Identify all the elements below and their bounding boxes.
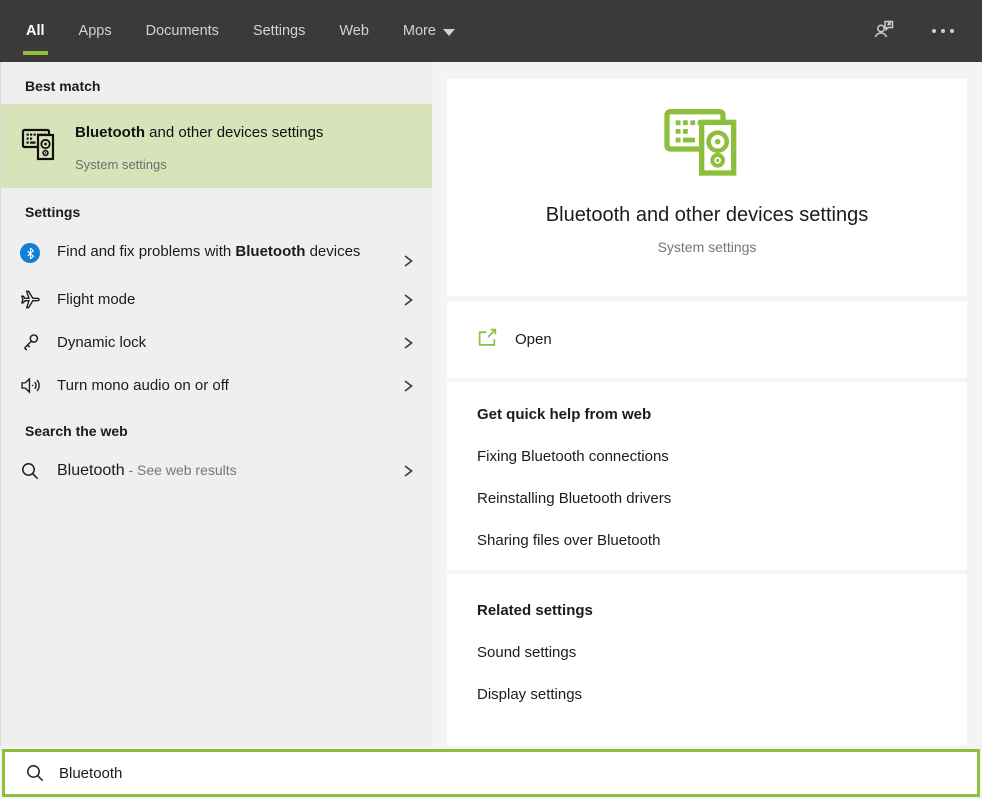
chevron-right-icon (402, 464, 414, 478)
search-input[interactable] (59, 765, 963, 782)
preview-card: Bluetooth and other devices settings Sys… (447, 79, 967, 296)
preview-title: Bluetooth and other devices settings (546, 204, 868, 227)
help-link-sharing-files[interactable]: Sharing files over Bluetooth (477, 532, 937, 549)
best-match-subtitle: System settings (75, 157, 325, 172)
settings-section-header: Settings (1, 188, 432, 230)
result-mono-audio[interactable]: Turn mono audio on or off (1, 364, 432, 407)
web-section-header: Search the web (1, 407, 432, 449)
result-label: Bluetooth - See web results (57, 459, 375, 482)
best-match-title: Bluetooth and other devices settings (75, 120, 325, 145)
chevron-right-icon (402, 336, 414, 350)
result-dynamic-lock[interactable]: Dynamic lock (1, 321, 432, 364)
topbar-actions (872, 17, 956, 46)
result-web-search[interactable]: Bluetooth - See web results (1, 449, 432, 492)
tab-documents-label: Documents (146, 23, 219, 39)
result-flight-mode[interactable]: Flight mode (1, 278, 432, 321)
tab-more-label: More (403, 23, 436, 39)
related-settings-card: Related settings Sound settings Display … (447, 574, 967, 745)
preview-subtitle: System settings (658, 239, 757, 255)
topbar: All Apps Documents Settings Web More (0, 0, 982, 62)
airplane-icon (19, 289, 41, 311)
result-label: Dynamic lock (57, 331, 375, 354)
help-link-reinstalling-drivers[interactable]: Reinstalling Bluetooth drivers (477, 490, 937, 507)
chevron-right-icon (402, 254, 414, 268)
tab-all[interactable]: All (26, 0, 45, 62)
quick-help-header: Get quick help from web (477, 406, 937, 423)
speaker-icon (19, 375, 41, 397)
keyboard-speaker-devices-icon (21, 126, 59, 162)
tab-settings-label: Settings (253, 23, 305, 39)
best-match-header: Best match (1, 62, 432, 104)
tab-web[interactable]: Web (339, 0, 369, 62)
help-link-fixing-connections[interactable]: Fixing Bluetooth connections (477, 448, 937, 465)
result-label: Find and fix problems with Bluetooth dev… (57, 240, 375, 263)
related-link-display-settings[interactable]: Display settings (477, 686, 937, 703)
related-link-sound-settings[interactable]: Sound settings (477, 644, 937, 661)
open-button[interactable]: Open (515, 331, 552, 348)
keyboard-speaker-devices-icon (663, 101, 751, 186)
chevron-right-icon (402, 293, 414, 307)
result-label: Turn mono audio on or off (57, 374, 375, 397)
tab-apps-label: Apps (79, 23, 112, 39)
tab-apps[interactable]: Apps (79, 0, 112, 62)
open-external-icon (477, 328, 498, 352)
tab-settings[interactable]: Settings (253, 0, 305, 62)
key-icon (19, 332, 41, 354)
search-icon (19, 460, 41, 482)
tab-more[interactable]: More (403, 0, 455, 62)
feedback-icon[interactable] (872, 17, 896, 46)
best-match-text: Bluetooth and other devices settings Sys… (75, 120, 325, 172)
quick-help-card: Get quick help from web Fixing Bluetooth… (447, 382, 967, 570)
windows-search-window: All Apps Documents Settings Web More (0, 0, 982, 799)
search-filter-tabs: All Apps Documents Settings Web More (26, 0, 455, 62)
tab-documents[interactable]: Documents (146, 0, 219, 62)
bluetooth-icon (19, 242, 41, 264)
chevron-down-icon (443, 29, 455, 36)
more-options-icon[interactable] (930, 23, 956, 39)
tab-web-label: Web (339, 23, 369, 39)
search-icon (25, 763, 45, 783)
open-action-row[interactable]: Open (447, 301, 967, 378)
results-panel: Best match (0, 62, 432, 746)
result-label: Flight mode (57, 288, 375, 311)
related-settings-header: Related settings (477, 602, 937, 619)
best-match-result[interactable]: Bluetooth and other devices settings Sys… (1, 104, 432, 188)
tab-all-label: All (26, 23, 45, 39)
chevron-right-icon (402, 379, 414, 393)
result-find-fix-bluetooth[interactable]: Find and fix problems with Bluetooth dev… (1, 230, 432, 278)
search-bar (2, 749, 980, 797)
